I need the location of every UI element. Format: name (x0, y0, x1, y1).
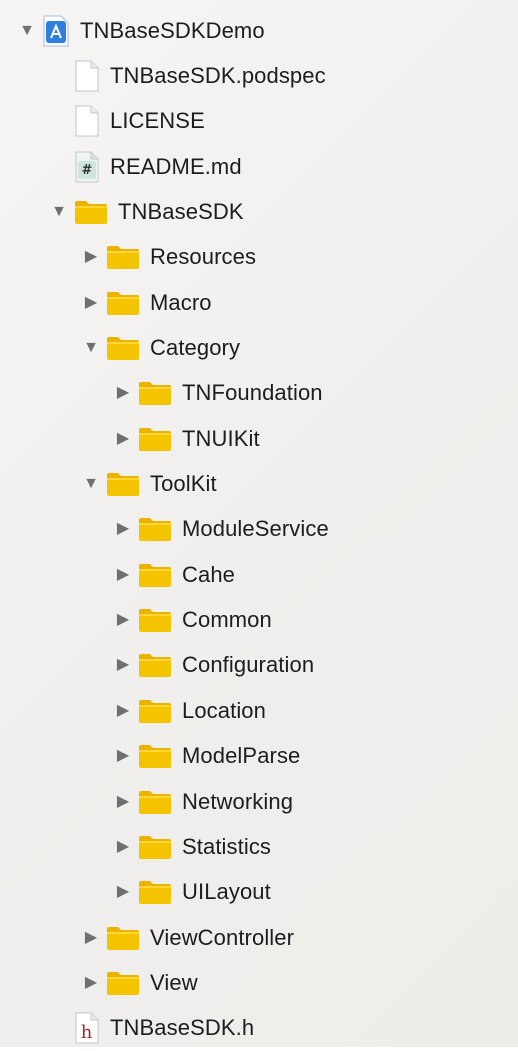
folder-icon (106, 290, 150, 316)
disclosure-collapsed-icon[interactable]: ▶ (114, 882, 132, 902)
folder-icon (138, 562, 182, 588)
folder-icon (106, 244, 150, 270)
navigator-item-label: Common (182, 607, 272, 633)
navigator-item[interactable]: ▶ View (0, 960, 518, 1005)
disclosure-collapsed-icon[interactable]: ▶ (82, 293, 100, 313)
navigator-item[interactable]: ▶ Location (0, 688, 518, 733)
disclosure-collapsed-icon[interactable]: ▶ (114, 655, 132, 675)
navigator-item-label: TNBaseSDK (118, 198, 244, 224)
disclosure-expanded-icon[interactable]: ▼ (18, 21, 36, 41)
navigator-item-label: Macro (150, 289, 212, 315)
navigator-item[interactable]: ▶ ViewController (0, 915, 518, 960)
disclosure-collapsed-icon[interactable]: ▶ (114, 837, 132, 857)
navigator-item[interactable]: ▼ TNBaseSDKDemo (0, 8, 518, 53)
folder-icon (138, 607, 182, 633)
disclosure-expanded-icon[interactable]: ▼ (82, 474, 100, 494)
navigator-item[interactable]: ▶ ModelParse (0, 734, 518, 779)
navigator-item-label: Category (150, 334, 241, 360)
disclosure-collapsed-icon[interactable]: ▶ (114, 746, 132, 766)
navigator-item[interactable]: ▶ TNFoundation (0, 371, 518, 416)
navigator-item-label: Cahe (182, 561, 235, 587)
navigator-item[interactable]: # README.md (0, 144, 518, 189)
navigator-item[interactable]: ▼ TNBaseSDK (0, 189, 518, 234)
disclosure-collapsed-icon[interactable]: ▶ (114, 701, 132, 721)
navigator-item[interactable]: ▼ Category (0, 325, 518, 370)
svg-text:h: h (81, 1022, 93, 1043)
disclosure-collapsed-icon[interactable]: ▶ (82, 928, 100, 948)
navigator-item-label: Networking (182, 788, 294, 814)
navigator-item-label: View (150, 969, 198, 995)
disclosure-collapsed-icon[interactable]: ▶ (82, 973, 100, 993)
navigator-item[interactable]: LICENSE (0, 99, 518, 144)
svg-text:#: # (82, 163, 93, 178)
navigator-item[interactable]: ▶ Statistics (0, 824, 518, 869)
navigator-item-label: TNBaseSDKDemo (80, 17, 265, 43)
disclosure-collapsed-icon[interactable]: ▶ (114, 429, 132, 449)
navigator-item-label: UILayout (182, 879, 271, 905)
folder-icon (138, 380, 182, 406)
navigator-item-label: ToolKit (150, 471, 217, 496)
markdown-file-icon: # (74, 151, 110, 183)
folder-icon (74, 199, 118, 225)
navigator-item[interactable]: ▶ Macro (0, 280, 518, 325)
folder-icon (138, 743, 182, 769)
navigator-item[interactable]: ▶ Resources (0, 235, 518, 280)
disclosure-collapsed-icon[interactable]: ▶ (82, 247, 100, 267)
navigator-item[interactable]: ▶ TNUIKit (0, 416, 518, 461)
disclosure-collapsed-icon[interactable]: ▶ (114, 383, 132, 403)
folder-icon (138, 652, 182, 678)
folder-icon (138, 516, 182, 542)
navigator-item-label: TNBaseSDK.h (110, 1015, 255, 1041)
navigator-item-label: Configuration (182, 652, 315, 678)
folder-icon (138, 834, 182, 860)
navigator-item[interactable]: h TNBaseSDK.h (0, 1006, 518, 1051)
navigator-item[interactable]: ▶ Configuration (0, 643, 518, 688)
folder-icon (138, 426, 182, 452)
disclosure-collapsed-icon[interactable]: ▶ (114, 519, 132, 539)
navigator-item[interactable]: ▶ Cahe (0, 552, 518, 597)
navigator-item-label: Location (182, 697, 266, 723)
navigator-item-label: Resources (150, 244, 257, 270)
navigator-item-label: Statistics (182, 833, 272, 859)
navigator-item-label: ViewController (150, 924, 295, 950)
disclosure-expanded-icon[interactable]: ▼ (50, 202, 68, 222)
navigator-item[interactable]: ▶ UILayout (0, 870, 518, 915)
navigator-item[interactable]: ▶ Common (0, 598, 518, 643)
navigator-item-label: TNUIKit (182, 425, 260, 451)
document-icon (74, 105, 110, 137)
navigator-item-label: TNFoundation (182, 380, 323, 406)
xcode-project-icon (42, 15, 80, 47)
disclosure-collapsed-icon[interactable]: ▶ (114, 565, 132, 585)
folder-icon (106, 925, 150, 951)
navigator-item[interactable]: ▶ Networking (0, 779, 518, 824)
folder-icon (106, 335, 150, 361)
folder-icon (106, 970, 150, 996)
header-file-icon: h (74, 1012, 110, 1044)
disclosure-collapsed-icon[interactable]: ▶ (114, 610, 132, 630)
navigator-item-label: TNBaseSDK.podspec (110, 62, 326, 88)
folder-icon (138, 879, 182, 905)
disclosure-collapsed-icon[interactable]: ▶ (114, 792, 132, 812)
navigator-item-label: ModelParse (182, 743, 301, 769)
navigator-item-label: LICENSE (110, 108, 205, 134)
disclosure-expanded-icon[interactable]: ▼ (82, 338, 100, 358)
project-navigator: ▼ TNBaseSDKDemo TNBaseSDK.podspec LICENS… (0, 0, 518, 1047)
navigator-item[interactable]: TNBaseSDK.podspec (0, 53, 518, 98)
navigator-item[interactable]: ▶ ModuleService (0, 507, 518, 552)
folder-icon (106, 471, 150, 497)
document-icon (74, 60, 110, 92)
navigator-item-label: README.md (110, 153, 242, 179)
folder-icon (138, 789, 182, 815)
folder-icon (138, 698, 182, 724)
navigator-item-label: ModuleService (182, 516, 329, 542)
navigator-item[interactable]: ▼ ToolKit (0, 462, 518, 507)
